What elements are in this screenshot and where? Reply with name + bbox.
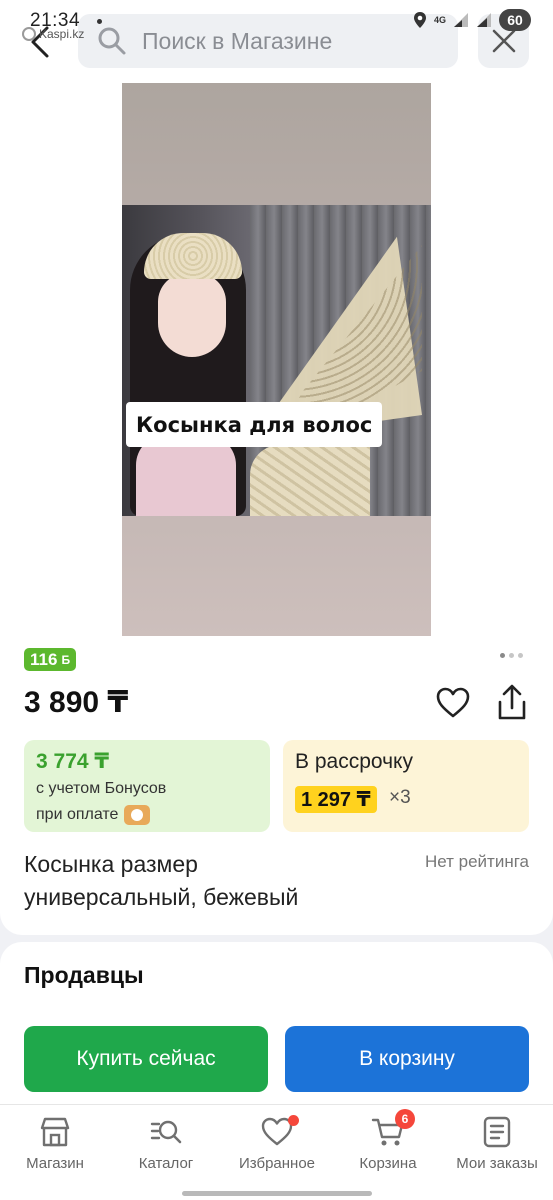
add-to-cart-button[interactable]: В корзину bbox=[285, 1026, 529, 1092]
product-price: 3 890 ₸ bbox=[24, 686, 129, 719]
bonus-price-card[interactable]: 3 774 ₸ с учетом Бонусов при оплате bbox=[24, 740, 270, 832]
orders-icon bbox=[483, 1116, 511, 1148]
nav-item-favorites[interactable]: Избранное bbox=[222, 1115, 332, 1185]
share-icon[interactable] bbox=[495, 684, 529, 722]
app-tag-label: Kaspi.kz bbox=[39, 27, 85, 41]
sellers-title: Продавцы bbox=[24, 962, 144, 988]
status-bar: 21:34 Kaspi.kz 4G 60 bbox=[0, 0, 553, 41]
product-card: Косынка для волос 116 Б 3 890 ₸ 3 774 ₸ … bbox=[0, 80, 553, 935]
installment-card[interactable]: В рассрочку 1 297 ₸ ×3 bbox=[283, 740, 529, 832]
nav-label-catalog: Каталог bbox=[138, 1155, 194, 1172]
catalog-icon bbox=[150, 1120, 182, 1144]
status-icons: 4G 60 bbox=[413, 9, 531, 31]
bonus-value: 116 bbox=[30, 649, 58, 669]
nav-item-catalog[interactable]: Каталог bbox=[111, 1115, 221, 1185]
nav-label-shop: Магазин bbox=[26, 1155, 84, 1172]
image-caption: Косынка для волос bbox=[126, 402, 383, 447]
notification-dot bbox=[97, 19, 102, 24]
carousel-dot bbox=[518, 653, 523, 658]
carousel-dot bbox=[509, 653, 514, 658]
bonus-unit: Б bbox=[61, 652, 71, 667]
network-type: 4G bbox=[433, 14, 446, 25]
nav-label-favorites: Избранное bbox=[238, 1155, 316, 1172]
sellers-section: Продавцы Купить сейчас В корзину bbox=[0, 942, 553, 1112]
signal-icon-2 bbox=[477, 13, 491, 27]
signal-icon bbox=[454, 13, 468, 27]
product-rating[interactable]: Нет рейтинга bbox=[425, 852, 529, 872]
carousel-indicator bbox=[500, 653, 523, 658]
buy-now-button[interactable]: Купить сейчас bbox=[24, 1026, 268, 1092]
carousel-dot bbox=[500, 653, 505, 658]
cart-count-badge: 6 bbox=[395, 1109, 415, 1129]
nav-label-orders: Мои заказы bbox=[456, 1155, 538, 1172]
nav-item-cart[interactable]: 6 Корзина bbox=[333, 1109, 443, 1185]
bonus-price-note: с учетом Бонусов bbox=[36, 780, 167, 797]
bonus-badge: 116 Б bbox=[24, 648, 77, 671]
installment-amount: 1 297 ₸ bbox=[295, 786, 377, 813]
kaspi-pay-icon bbox=[124, 805, 151, 825]
product-title: Косынка размер универсальный, бежевый bbox=[24, 851, 299, 910]
bonus-payment-label: при оплате bbox=[36, 806, 119, 823]
nav-item-shop[interactable]: Магазин bbox=[0, 1115, 110, 1185]
battery-indicator: 60 bbox=[499, 9, 531, 31]
bonus-payment-note: при оплате bbox=[36, 805, 151, 825]
product-image[interactable]: Косынка для волос bbox=[122, 83, 431, 636]
nav-label-cart: Корзина bbox=[359, 1155, 417, 1172]
bonus-price: 3 774 ₸ bbox=[36, 750, 109, 773]
shop-icon bbox=[40, 1117, 70, 1147]
kaspi-logo-icon bbox=[22, 27, 36, 41]
nav-item-orders[interactable]: Мои заказы bbox=[442, 1115, 552, 1185]
bottom-nav: Магазин Каталог Избранное 6 Корзина Мои … bbox=[0, 1104, 553, 1200]
installment-times: ×3 bbox=[389, 787, 411, 808]
favorites-badge bbox=[288, 1115, 299, 1126]
installment-title: В рассрочку bbox=[295, 750, 413, 773]
location-icon bbox=[413, 12, 426, 28]
product-photo: Косынка для волос bbox=[122, 205, 431, 516]
app-tag: Kaspi.kz bbox=[22, 27, 84, 41]
favorite-heart-icon[interactable] bbox=[436, 686, 470, 720]
home-indicator bbox=[182, 1191, 372, 1196]
